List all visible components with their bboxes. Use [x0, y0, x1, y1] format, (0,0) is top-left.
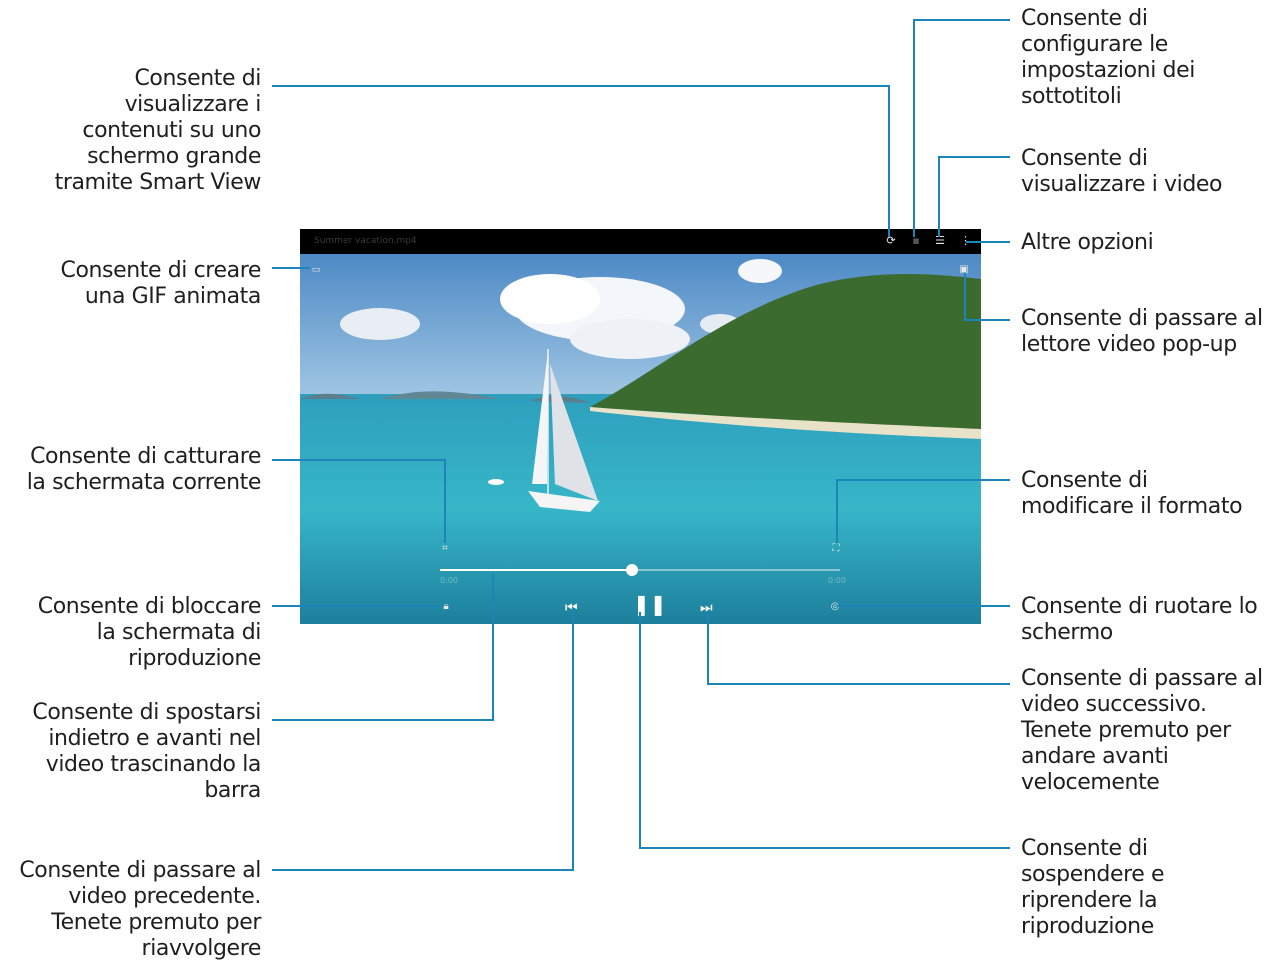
rotate-icon[interactable]: ◎: [828, 601, 842, 613]
callout-subtitles: Consente di configurare le impostazioni …: [1021, 6, 1195, 109]
callout-ratio: Consente di modificare il formato: [1021, 468, 1243, 519]
seek-bar[interactable]: [440, 564, 840, 576]
callout-rotate: Consente di ruotare lo schermo: [1021, 594, 1258, 645]
more-options-icon[interactable]: ⋮: [960, 235, 971, 247]
subtitles-icon[interactable]: ▪: [910, 235, 922, 247]
capture-icon[interactable]: ⌗: [439, 543, 451, 555]
leader-video-list: [938, 156, 1010, 237]
callout-capture: Consente di catturare la schermata corre…: [26, 444, 262, 495]
video-frame: [300, 229, 981, 624]
pause-icon[interactable]: ❚❚: [633, 594, 667, 614]
leader-subtitles: [913, 19, 1010, 237]
leader-pause: [639, 612, 1010, 849]
seek-bar-progress: [440, 569, 632, 571]
callout-lock: Consente di bloccare la schermata di rip…: [37, 594, 262, 671]
callout-more-options: Altre opzioni: [1021, 230, 1154, 255]
elapsed-time: 0:00: [440, 576, 458, 585]
popup-player-icon[interactable]: ▣: [958, 264, 970, 276]
callout-video-list: Consente di visualizzare i video: [1021, 146, 1223, 197]
player-top-bar: Summer vacation.mp4 ⟳ ▪ ☰ ⋮: [300, 229, 981, 254]
gif-icon[interactable]: ▭: [310, 264, 322, 276]
callout-previous: Consente di passare al video precedente.…: [19, 858, 261, 961]
callout-seek: Consente di spostarsi indietro e avanti …: [32, 700, 261, 803]
list-icon[interactable]: ☰: [934, 235, 946, 247]
smart-view-icon[interactable]: ⟳: [885, 235, 897, 247]
callout-gif: Consente di creare una GIF animata: [60, 258, 261, 309]
seek-handle[interactable]: [626, 564, 638, 576]
leader-previous: [272, 612, 574, 871]
video-player[interactable]: Summer vacation.mp4 ⟳ ▪ ☰ ⋮ ▭ ▣ ⌗ ⛶ 0:00…: [300, 229, 981, 624]
ratio-icon[interactable]: ⛶: [830, 543, 842, 555]
total-time: 0:00: [828, 576, 846, 585]
callout-pause: Consente di sospendere e riprendere la r…: [1021, 836, 1165, 939]
previous-icon[interactable]: ⏮: [565, 601, 578, 615]
callout-next: Consente di passare al video successivo.…: [1021, 666, 1263, 795]
next-icon[interactable]: ⏭: [700, 601, 713, 615]
callout-popup: Consente di passare al lettore video pop…: [1021, 306, 1263, 357]
lock-icon[interactable]: 🔒︎: [440, 601, 452, 613]
callout-smart-view: Consente di visualizzare i contenuti su …: [54, 66, 262, 195]
video-title: Summer vacation.mp4: [314, 236, 417, 246]
leader-smart-view: [272, 85, 890, 237]
